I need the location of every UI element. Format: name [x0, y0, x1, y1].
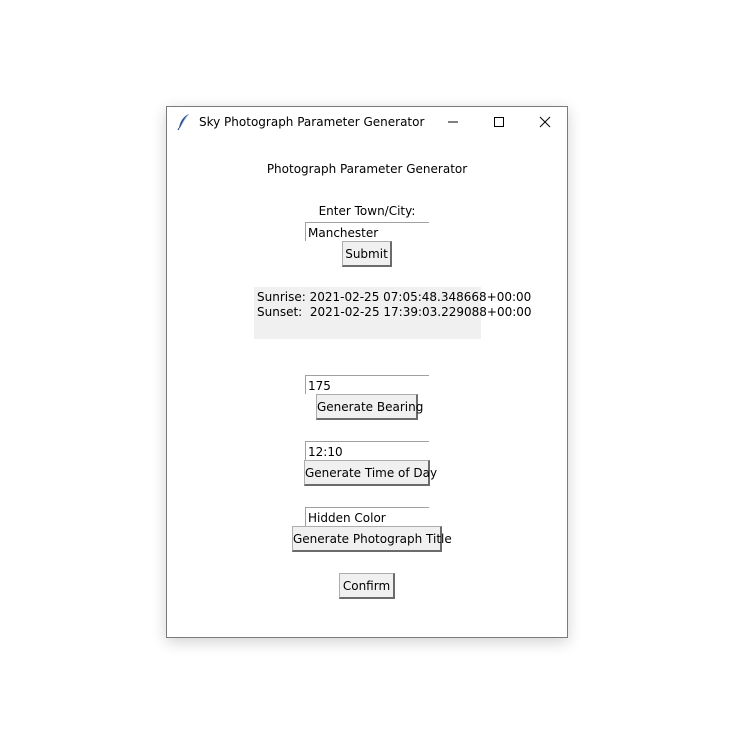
- page-heading: Photograph Parameter Generator: [266, 162, 468, 176]
- city-label: Enter Town/City:: [318, 204, 416, 218]
- city-input[interactable]: [305, 222, 429, 241]
- maximize-button[interactable]: [476, 107, 522, 137]
- submit-button[interactable]: Submit: [342, 241, 392, 267]
- bearing-input[interactable]: [305, 375, 429, 394]
- sun-times-display: Sunrise: 2021-02-25 07:05:48.348668+00:0…: [254, 287, 532, 339]
- window-title: Sky Photograph Parameter Generator: [199, 115, 425, 129]
- main-content: Photograph Parameter Generator Enter Tow…: [167, 137, 567, 637]
- sunrise-text: Sunrise: 2021-02-25 07:05:48.348668+00:0…: [257, 290, 532, 304]
- minimize-button[interactable]: [430, 107, 476, 137]
- close-icon: [539, 113, 551, 132]
- photo-title-input[interactable]: [305, 507, 429, 526]
- sunset-text: Sunset: 2021-02-25 17:39:03.229088+00:00: [257, 305, 532, 319]
- maximize-icon: [493, 113, 505, 132]
- generate-bearing-button[interactable]: Generate Bearing: [316, 394, 423, 420]
- time-input[interactable]: [305, 441, 429, 460]
- generate-time-button[interactable]: Generate Time of Day: [304, 460, 437, 486]
- confirm-button[interactable]: Confirm: [339, 573, 395, 599]
- minimize-icon: [447, 113, 459, 132]
- app-window: Sky Photograph Parameter Generator Photo…: [166, 106, 568, 638]
- generate-title-button[interactable]: Generate Photograph Title: [292, 526, 452, 552]
- close-button[interactable]: [522, 107, 568, 137]
- feather-icon: [176, 113, 192, 131]
- title-bar[interactable]: Sky Photograph Parameter Generator: [167, 107, 567, 137]
